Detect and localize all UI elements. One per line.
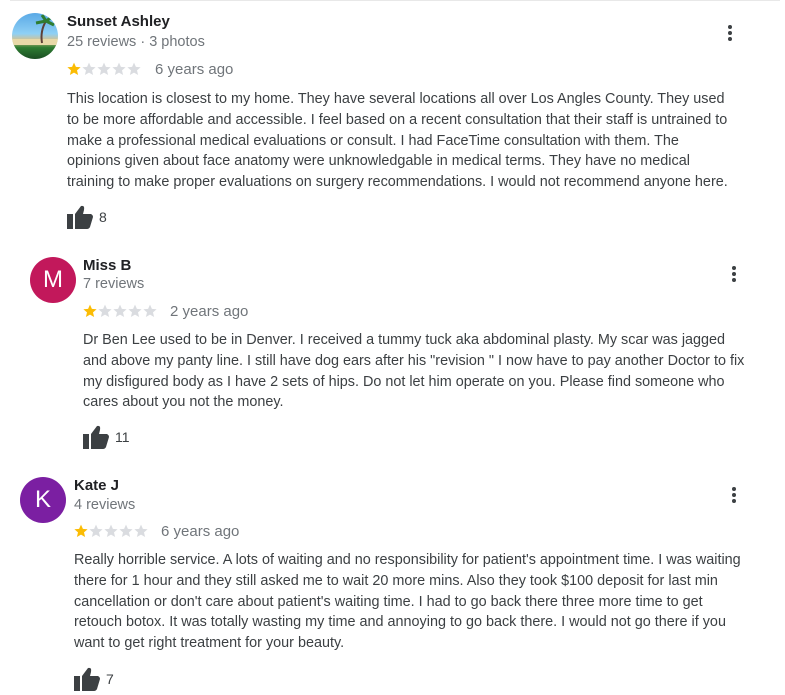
reviewer-meta[interactable]: 4 reviews [74, 497, 135, 513]
top-divider [10, 0, 780, 1]
star-icon [112, 62, 126, 75]
star-icon [82, 62, 96, 75]
more-options-button[interactable] [724, 484, 744, 506]
star-icon [98, 304, 112, 317]
more-options-button[interactable] [720, 22, 740, 44]
thumb-up-icon [83, 425, 109, 449]
review-text-line: opinions given about face anatomy were u… [67, 153, 690, 170]
more-options-button[interactable] [724, 263, 744, 285]
review-text: This location is closest to my home. The… [67, 89, 728, 193]
reviewer-avatar[interactable] [12, 13, 58, 59]
more-vert-icon [728, 25, 732, 41]
star-icon [143, 304, 157, 317]
review-text-line: to be more affordable and accessible. I … [67, 111, 728, 128]
review-text-line: Really horrible service. A lots of waiti… [74, 552, 741, 568]
reviewer-avatar[interactable]: K [20, 477, 66, 523]
review-text-line: This location is closest to my home. The… [67, 91, 725, 107]
review-text-line: there for 1 hour and they still asked me… [74, 572, 718, 589]
star-icon [119, 524, 133, 537]
review-date: 6 years ago [155, 61, 234, 78]
thumb-up-icon [67, 205, 93, 229]
reviewer-meta[interactable]: 7 reviews [83, 276, 144, 292]
like-button[interactable]: 7 [74, 667, 114, 691]
review-text-line: make a professional medical evaluations … [67, 132, 679, 149]
thumb-up-icon [74, 667, 100, 691]
review-date: 2 years ago [170, 303, 249, 320]
reviewer-name[interactable]: Sunset Ashley [67, 13, 170, 30]
avatar-initial: M [43, 266, 63, 293]
star-rating [83, 304, 157, 318]
review-text-line: Dr Ben Lee used to be in Denver. I recei… [83, 332, 726, 348]
review-text-line: cares about you not the money. [83, 394, 284, 411]
star-icon [127, 62, 141, 75]
reviewer-name[interactable]: Miss B [83, 257, 131, 274]
star-icon [67, 62, 81, 75]
review-text: Really horrible service. A lots of waiti… [74, 550, 741, 654]
review-text-line: training to make proper evaluations on s… [67, 174, 728, 191]
star-icon [104, 524, 118, 537]
review-text-line: cancellation or don't care about patient… [74, 593, 703, 610]
like-button[interactable]: 11 [83, 425, 130, 449]
reviewer-avatar[interactable]: M [30, 257, 76, 303]
beach-photo-icon [12, 14, 58, 45]
like-button[interactable]: 8 [67, 205, 107, 229]
avatar-initial: K [34, 486, 51, 513]
review-text-line: my disfigured body as I have 2 sets of h… [83, 373, 725, 390]
star-icon [83, 304, 97, 317]
star-icon [128, 304, 142, 317]
review-text-line: and above my panty line. I still have do… [83, 352, 745, 369]
review-date: 6 years ago [161, 523, 240, 540]
star-icon [97, 62, 111, 75]
more-vert-icon [732, 487, 736, 503]
like-count: 8 [99, 209, 107, 225]
star-rating [74, 524, 148, 538]
star-icon [134, 524, 148, 537]
star-icon [113, 304, 127, 317]
star-rating [67, 62, 141, 76]
star-icon [89, 524, 103, 537]
like-count: 11 [115, 429, 130, 445]
review-text: Dr Ben Lee used to be in Denver. I recei… [83, 330, 744, 413]
more-vert-icon [732, 266, 736, 282]
like-count: 7 [106, 671, 114, 687]
star-icon [74, 524, 88, 537]
reviewer-meta[interactable]: 25 reviews · 3 photos [67, 34, 205, 50]
review-text-line: want to get right treatment for your bea… [74, 635, 345, 652]
reviewer-name[interactable]: Kate J [74, 477, 119, 494]
review-text-line: retouch botox. It was totally wasting my… [74, 614, 726, 631]
